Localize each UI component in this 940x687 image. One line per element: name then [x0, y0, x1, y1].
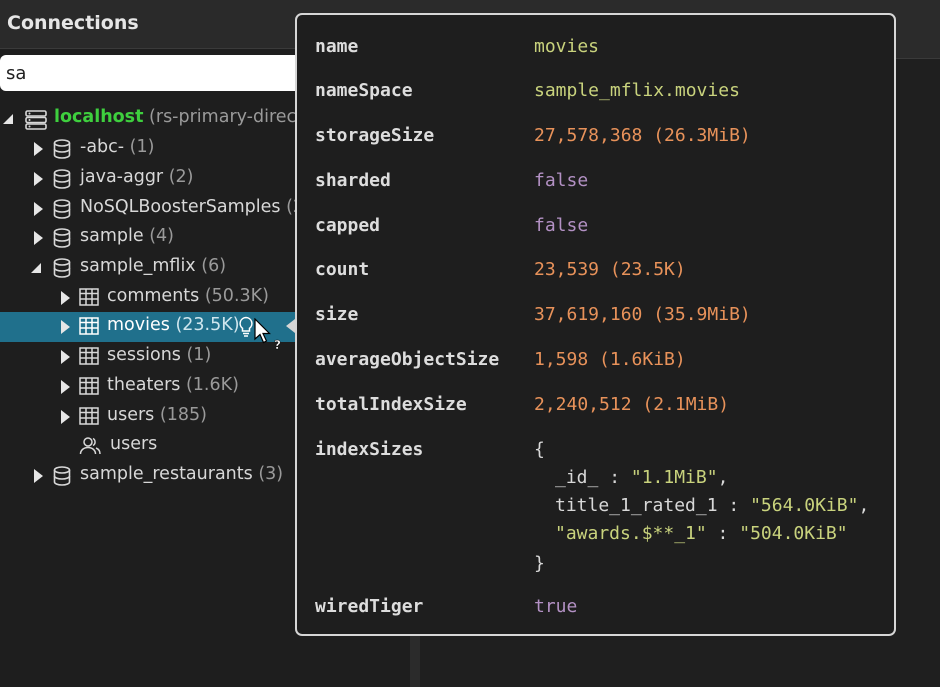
expand-arrow-icon[interactable] [34, 202, 43, 216]
expand-arrow-icon[interactable] [31, 263, 41, 273]
database-name: java-aggr [80, 167, 164, 187]
expand-arrow-icon[interactable] [34, 172, 43, 186]
table-icon [79, 288, 99, 306]
collection-info-tooltip: name movies nameSpace sample_mflix.movie… [295, 13, 896, 636]
cursor-icon: ? [254, 318, 281, 352]
expand-arrow-icon[interactable] [61, 380, 70, 394]
collection-count: (1.6K) [185, 375, 239, 395]
host-detail: (rs-primary-direct [149, 107, 304, 127]
expand-arrow-icon[interactable] [61, 320, 70, 334]
database-name: NoSQLBoosterSamples [80, 197, 281, 217]
search-value: sa [6, 63, 27, 84]
expand-arrow-icon[interactable] [61, 350, 70, 364]
server-icon [25, 110, 47, 130]
database-icon [53, 139, 71, 159]
expand-arrow-icon[interactable] [61, 410, 70, 424]
prop-key: name [315, 36, 359, 57]
host-name: localhost [54, 107, 144, 127]
table-icon [79, 407, 99, 425]
index-sizes-open: { [534, 439, 545, 460]
lightbulb-icon[interactable] [238, 316, 254, 338]
search-input[interactable]: sa [0, 55, 340, 91]
database-count: (6) [201, 256, 227, 276]
collection-name: movies [107, 315, 170, 335]
prop-key: size [315, 304, 359, 325]
prop-value: 23,539 (23.5K) [534, 259, 686, 280]
prop-value: sample_mflix.movies [534, 80, 740, 101]
prop-key: nameSpace [315, 80, 413, 101]
collection-count: (50.3K) [204, 286, 269, 306]
collection-count: (23.5K) [175, 315, 240, 335]
database-count: (1) [129, 137, 155, 157]
collection-name: comments [107, 286, 200, 306]
prop-key: sharded [315, 170, 391, 191]
table-icon [79, 347, 99, 365]
panel-title: Connections [7, 12, 139, 34]
expand-arrow-icon[interactable] [34, 469, 43, 483]
prop-value: false [534, 215, 589, 236]
prop-value: 37,619,160 (35.9MiB) [534, 304, 751, 325]
database-icon [53, 258, 71, 278]
database-icon [53, 169, 71, 189]
expand-arrow-icon[interactable] [61, 291, 70, 305]
database-icon [53, 199, 71, 219]
prop-value: true [534, 596, 578, 617]
index-size-entry: title_1_rated_1 : "564.0KiB", [555, 495, 870, 516]
prop-value: 2,240,512 (2.1MiB) [534, 394, 730, 415]
prop-key: wiredTiger [315, 596, 424, 617]
prop-key: indexSizes [315, 439, 424, 460]
database-count: (3) [258, 464, 284, 484]
database-name: -abc- [80, 137, 125, 157]
collection-name: sessions [107, 345, 181, 365]
prop-value: 27,578,368 (26.3MiB) [534, 125, 751, 146]
collection-count: (185) [159, 405, 207, 425]
prop-value: false [534, 170, 589, 191]
database-name: sample_mflix [80, 256, 196, 276]
table-icon [79, 377, 99, 395]
index-size-entry: _id_ : "1.1MiB", [555, 467, 729, 488]
database-name: sample_restaurants [80, 464, 253, 484]
database-count: (4) [149, 226, 175, 246]
expand-arrow-icon[interactable] [3, 114, 13, 124]
expand-arrow-icon[interactable] [34, 142, 43, 156]
index-size-entry: "awards.$**_1" : "504.0KiB" [555, 523, 848, 544]
prop-value: 1,598 (1.6KiB) [534, 349, 686, 370]
prop-key: storageSize [315, 125, 435, 146]
user-icon [79, 437, 101, 455]
prop-key: totalIndexSize [315, 394, 467, 415]
collection-count: (1) [186, 345, 212, 365]
index-sizes-close: } [534, 553, 545, 574]
collection-name: users [107, 405, 155, 425]
svg-text:?: ? [274, 338, 281, 352]
database-name: sample [80, 226, 144, 246]
expand-arrow-icon[interactable] [34, 231, 43, 245]
collection-name: theaters [107, 375, 181, 395]
table-icon [79, 317, 99, 335]
users-node-label: users [110, 434, 158, 454]
prop-key: count [315, 259, 370, 280]
prop-value: movies [534, 36, 600, 57]
prop-key: capped [315, 215, 381, 236]
database-count: (2) [168, 167, 194, 187]
database-icon [53, 466, 71, 486]
prop-key: averageObjectSize [315, 349, 500, 370]
database-icon [53, 228, 71, 248]
